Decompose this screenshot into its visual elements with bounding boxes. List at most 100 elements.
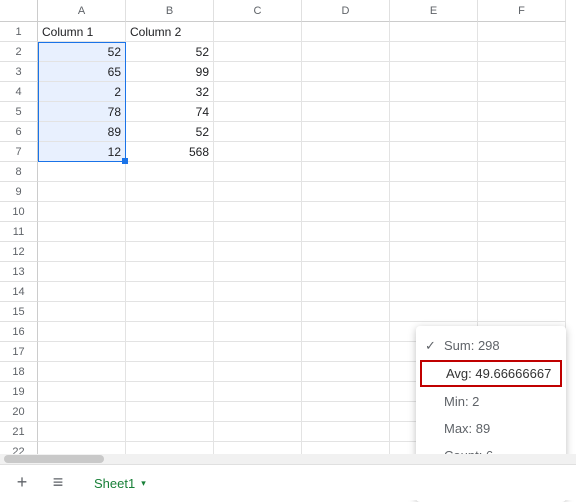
cell-B5[interactable]: 74 xyxy=(126,102,214,122)
row-header[interactable]: 20 xyxy=(0,402,38,422)
cell[interactable] xyxy=(214,282,302,302)
cell[interactable] xyxy=(302,202,390,222)
cell[interactable] xyxy=(126,302,214,322)
cell[interactable] xyxy=(390,302,478,322)
row-header[interactable]: 19 xyxy=(0,382,38,402)
cell[interactable] xyxy=(302,342,390,362)
cell[interactable] xyxy=(390,62,478,82)
cell[interactable] xyxy=(390,142,478,162)
cell[interactable] xyxy=(38,242,126,262)
cell[interactable] xyxy=(126,282,214,302)
cell[interactable] xyxy=(38,322,126,342)
cell[interactable] xyxy=(478,302,566,322)
cell[interactable] xyxy=(302,282,390,302)
row-header[interactable]: 4 xyxy=(0,82,38,102)
cell[interactable] xyxy=(302,322,390,342)
cell[interactable] xyxy=(390,242,478,262)
cell[interactable] xyxy=(478,142,566,162)
cell[interactable] xyxy=(390,102,478,122)
cell[interactable] xyxy=(302,302,390,322)
cell[interactable] xyxy=(38,422,126,442)
cell[interactable] xyxy=(126,362,214,382)
cell[interactable] xyxy=(214,302,302,322)
cell[interactable] xyxy=(478,122,566,142)
cell[interactable] xyxy=(38,402,126,422)
row-header[interactable]: 11 xyxy=(0,222,38,242)
col-header-C[interactable]: C xyxy=(214,0,302,22)
cell[interactable] xyxy=(214,82,302,102)
cell[interactable] xyxy=(38,202,126,222)
stat-avg[interactable]: Avg: 49.66666667 xyxy=(420,360,562,387)
cell[interactable] xyxy=(390,42,478,62)
cell[interactable] xyxy=(302,262,390,282)
cell[interactable] xyxy=(390,162,478,182)
cell[interactable] xyxy=(38,362,126,382)
select-all-corner[interactable] xyxy=(0,0,38,22)
cell[interactable] xyxy=(214,322,302,342)
row-header[interactable]: 14 xyxy=(0,282,38,302)
cell[interactable] xyxy=(38,282,126,302)
cell[interactable] xyxy=(478,22,566,42)
cell[interactable] xyxy=(126,422,214,442)
cell[interactable] xyxy=(478,182,566,202)
cell[interactable] xyxy=(38,382,126,402)
stat-min[interactable]: Min: 2 xyxy=(416,388,566,415)
row-header[interactable]: 13 xyxy=(0,262,38,282)
cell[interactable] xyxy=(214,22,302,42)
row-header[interactable]: 10 xyxy=(0,202,38,222)
cell[interactable] xyxy=(302,162,390,182)
cell[interactable] xyxy=(126,342,214,362)
cell-A6[interactable]: 89 xyxy=(38,122,126,142)
cell[interactable] xyxy=(214,42,302,62)
col-header-E[interactable]: E xyxy=(390,0,478,22)
col-header-F[interactable]: F xyxy=(478,0,566,22)
cell-A7[interactable]: 12 xyxy=(38,142,126,162)
cell[interactable] xyxy=(214,362,302,382)
cell[interactable] xyxy=(38,222,126,242)
cell[interactable] xyxy=(214,62,302,82)
cell-B1[interactable]: Column 2 xyxy=(126,22,214,42)
row-header[interactable]: 16 xyxy=(0,322,38,342)
cell[interactable] xyxy=(302,142,390,162)
cell[interactable] xyxy=(126,242,214,262)
cell-B7[interactable]: 568 xyxy=(126,142,214,162)
cell[interactable] xyxy=(390,202,478,222)
cell-B2[interactable]: 52 xyxy=(126,42,214,62)
cell[interactable] xyxy=(214,202,302,222)
cell[interactable] xyxy=(126,222,214,242)
cell-A3[interactable]: 65 xyxy=(38,62,126,82)
cell[interactable] xyxy=(478,222,566,242)
cell[interactable] xyxy=(38,262,126,282)
cell[interactable] xyxy=(126,382,214,402)
cell-A1[interactable]: Column 1 xyxy=(38,22,126,42)
cell-B3[interactable]: 99 xyxy=(126,62,214,82)
col-header-B[interactable]: B xyxy=(126,0,214,22)
cell[interactable] xyxy=(302,422,390,442)
row-header[interactable]: 6 xyxy=(0,122,38,142)
sheet-tab-active[interactable]: Sheet1 ▾ xyxy=(80,469,160,497)
cell[interactable] xyxy=(390,122,478,142)
cell[interactable] xyxy=(38,182,126,202)
cell[interactable] xyxy=(302,62,390,82)
cell[interactable] xyxy=(302,182,390,202)
cell[interactable] xyxy=(214,342,302,362)
row-header[interactable]: 9 xyxy=(0,182,38,202)
cell[interactable] xyxy=(214,182,302,202)
cell[interactable] xyxy=(214,222,302,242)
cell[interactable] xyxy=(214,422,302,442)
cell[interactable] xyxy=(390,182,478,202)
cell[interactable] xyxy=(302,362,390,382)
cell[interactable] xyxy=(478,62,566,82)
cell[interactable] xyxy=(126,202,214,222)
cell[interactable] xyxy=(126,322,214,342)
cell[interactable] xyxy=(214,102,302,122)
cell[interactable] xyxy=(214,262,302,282)
cell[interactable] xyxy=(38,342,126,362)
cell-A4[interactable]: 2 xyxy=(38,82,126,102)
cell[interactable] xyxy=(390,222,478,242)
cell[interactable] xyxy=(126,182,214,202)
cell[interactable] xyxy=(38,162,126,182)
cell[interactable] xyxy=(302,22,390,42)
stat-max[interactable]: Max: 89 xyxy=(416,415,566,442)
col-header-D[interactable]: D xyxy=(302,0,390,22)
